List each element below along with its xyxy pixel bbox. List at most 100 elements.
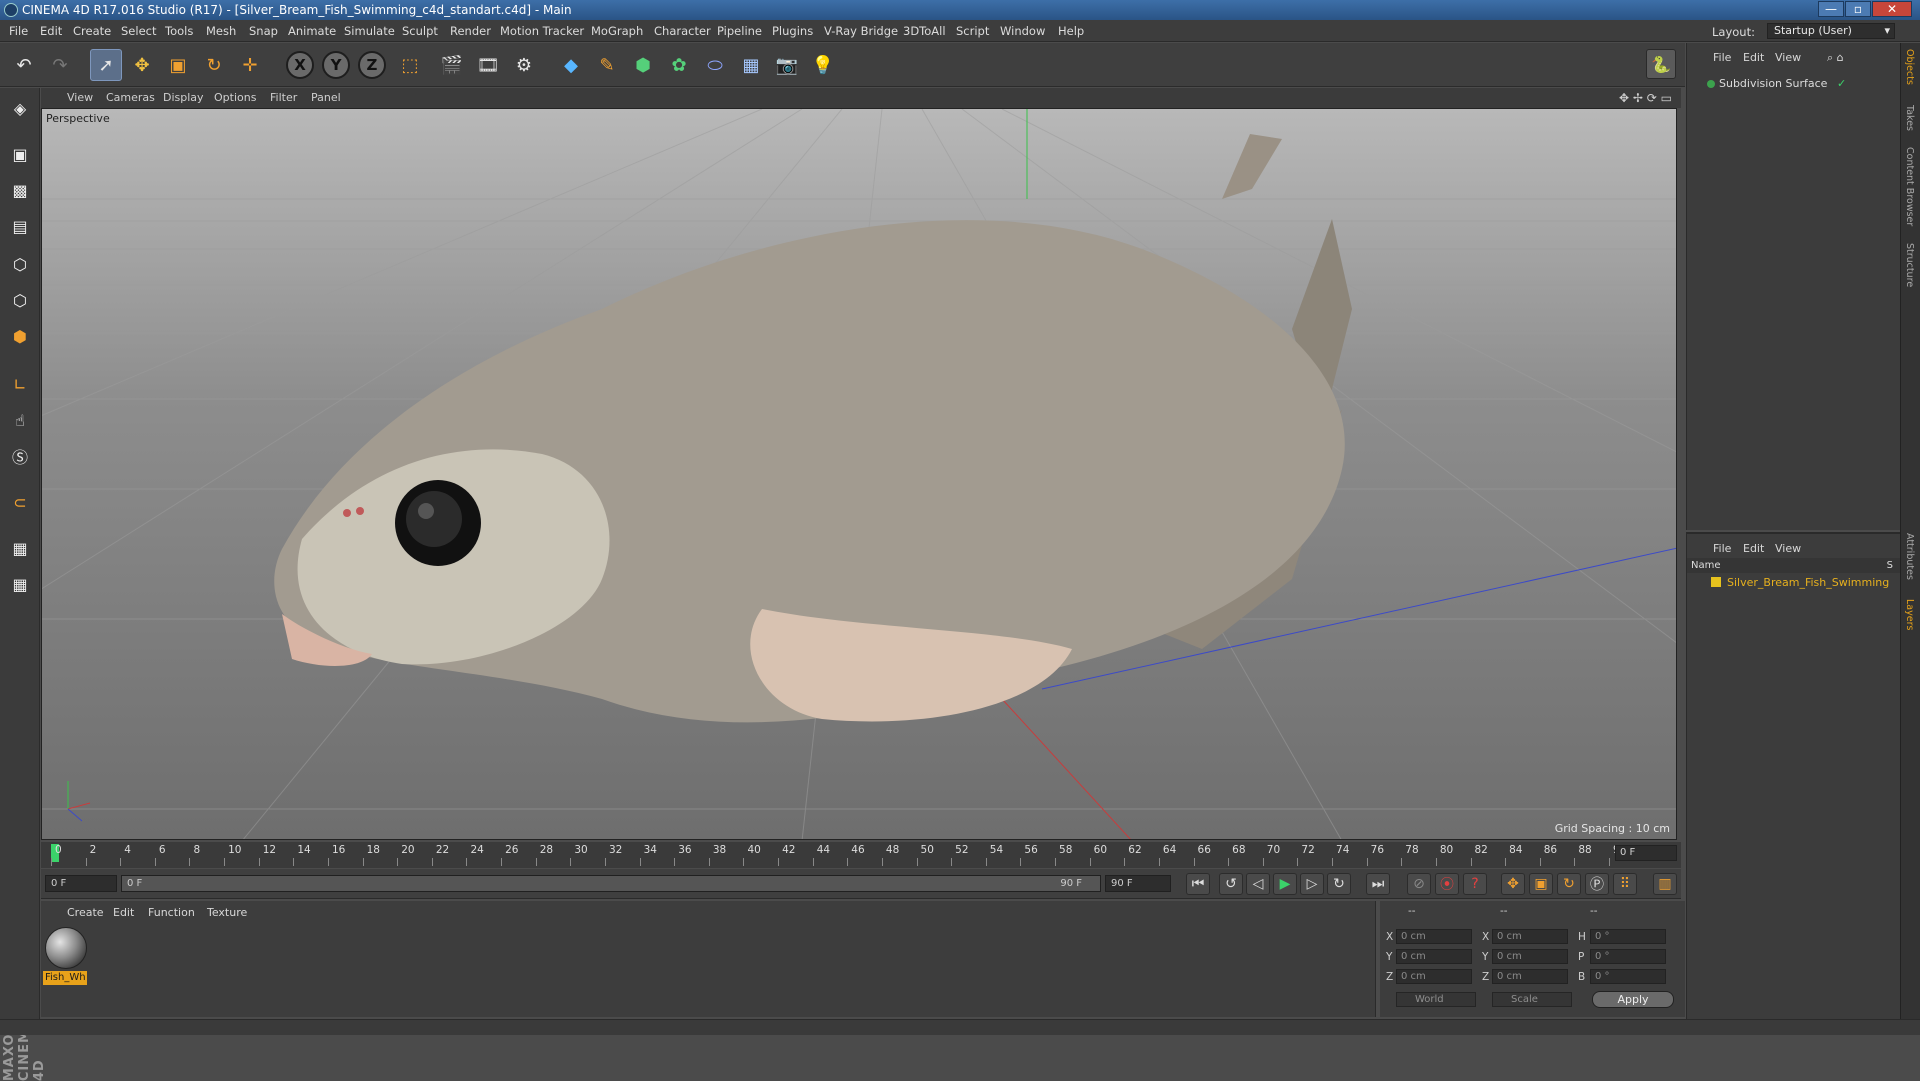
- material-preview[interactable]: [45, 927, 87, 969]
- menu-plugins[interactable]: Plugins: [772, 24, 813, 38]
- menu-3dtoall[interactable]: 3DToAll: [903, 24, 946, 38]
- tab-layers[interactable]: Layers: [1904, 599, 1915, 630]
- menu-animate[interactable]: Animate: [288, 24, 336, 38]
- play-forward-icon[interactable]: ▶: [1273, 873, 1297, 895]
- rotation-h-field[interactable]: 0 °: [1590, 929, 1666, 944]
- tweak-mode-icon[interactable]: ☝: [4, 404, 36, 436]
- size-y-field[interactable]: 0 cm: [1492, 949, 1568, 964]
- layer-menu-file[interactable]: File: [1713, 542, 1731, 555]
- edges-mode-icon[interactable]: ⬡: [4, 284, 36, 316]
- maximize-button[interactable]: ▫: [1845, 1, 1871, 17]
- menu-motion-tracker[interactable]: Motion Tracker: [500, 24, 584, 38]
- move-tool-icon[interactable]: ✥: [126, 49, 158, 81]
- viewport-menu-options[interactable]: Options: [214, 91, 256, 104]
- viewport-menu-panel[interactable]: Panel: [311, 91, 341, 104]
- menu-vray-bridge[interactable]: V-Ray Bridge: [824, 24, 898, 38]
- position-z-field[interactable]: 0 cm: [1396, 969, 1472, 984]
- coordinate-system-icon[interactable]: ⬚: [394, 49, 426, 81]
- layer-menu-edit[interactable]: Edit: [1743, 542, 1764, 555]
- layout-dropdown[interactable]: Startup (User) ▾: [1767, 23, 1895, 39]
- next-frame-icon[interactable]: ▷: [1300, 873, 1324, 895]
- minimize-button[interactable]: —: [1818, 1, 1844, 17]
- previous-key-icon[interactable]: ↺: [1219, 873, 1243, 895]
- menu-tools[interactable]: Tools: [165, 24, 193, 38]
- keyframe-selection-icon[interactable]: ⊘: [1407, 873, 1431, 895]
- previous-frame-icon[interactable]: ◁: [1246, 873, 1270, 895]
- y-axis-lock-button[interactable]: Y: [322, 51, 350, 79]
- menu-create[interactable]: Create: [73, 24, 111, 38]
- key-position-icon[interactable]: ✥: [1501, 873, 1525, 895]
- scale-tool-icon[interactable]: ▣: [162, 49, 194, 81]
- layer-item-silver-bream[interactable]: Silver_Bream_Fish_Swimming: [1727, 576, 1889, 589]
- render-settings-icon[interactable]: ⚙: [508, 49, 540, 81]
- start-frame-field[interactable]: 0 F: [45, 875, 117, 892]
- autokeying-icon[interactable]: ?: [1463, 873, 1487, 895]
- timeline-current-frame-field[interactable]: 0 F: [1615, 845, 1677, 861]
- subdivision-surface-icon[interactable]: ⬢: [627, 49, 659, 81]
- size-mode-dropdown[interactable]: Scale: [1492, 992, 1572, 1007]
- timeline-ruler[interactable]: 0 2 4 6 8 10 12 14 16 18 20 22 24 26 28 30 32 34 36 38 40 42 4…: [41, 842, 1681, 868]
- menu-character[interactable]: Character: [654, 24, 711, 38]
- light-icon[interactable]: 💡: [807, 49, 839, 81]
- material-menu-function[interactable]: Function: [148, 906, 195, 919]
- go-to-end-icon[interactable]: ⏭: [1366, 873, 1390, 895]
- menu-mograph[interactable]: MoGraph: [591, 24, 643, 38]
- menu-mesh[interactable]: Mesh: [206, 24, 236, 38]
- material-menu-edit[interactable]: Edit: [113, 906, 134, 919]
- lock-workplane-icon[interactable]: ▦: [4, 532, 36, 564]
- tab-structure[interactable]: Structure: [1904, 243, 1915, 287]
- pen-spline-icon[interactable]: ✎: [591, 49, 623, 81]
- layer-menu-view[interactable]: View: [1775, 542, 1801, 555]
- rotation-p-field[interactable]: 0 °: [1590, 949, 1666, 964]
- material-name[interactable]: Fish_Wh: [43, 971, 87, 985]
- live-selection-icon[interactable]: ➚: [90, 49, 122, 81]
- layer-color-swatch[interactable]: [1711, 577, 1721, 587]
- python-icon[interactable]: 🐍: [1646, 49, 1676, 79]
- menu-script[interactable]: Script: [956, 24, 989, 38]
- object-search-icon[interactable]: ⌕ ⌂: [1827, 51, 1844, 65]
- rotation-b-field[interactable]: 0 °: [1590, 969, 1666, 984]
- rotate-tool-icon[interactable]: ↻: [198, 49, 230, 81]
- record-active-objects-icon[interactable]: ⦿: [1435, 873, 1459, 895]
- size-z-field[interactable]: 0 cm: [1492, 969, 1568, 984]
- render-picture-viewer-icon[interactable]: 🎞: [472, 49, 504, 81]
- object-menu-edit[interactable]: Edit: [1743, 51, 1764, 64]
- apply-button[interactable]: Apply: [1592, 991, 1674, 1008]
- polygons-mode-icon[interactable]: ⬢: [4, 320, 36, 352]
- material-menu-texture[interactable]: Texture: [207, 906, 247, 919]
- camera-icon[interactable]: 📷: [771, 49, 803, 81]
- axis-mode-icon[interactable]: ∟: [4, 368, 36, 400]
- key-pla-icon[interactable]: ⠿: [1613, 873, 1637, 895]
- menu-sculpt[interactable]: Sculpt: [402, 24, 438, 38]
- frame-range-slider[interactable]: 0 F 90 F: [121, 875, 1101, 892]
- cube-object-icon[interactable]: ◆: [555, 49, 587, 81]
- texture-mode-icon[interactable]: ▩: [4, 174, 36, 206]
- magnet-icon[interactable]: ⊂: [4, 486, 36, 518]
- object-menu-file[interactable]: File: [1713, 51, 1731, 64]
- viewport-menu-view[interactable]: View: [67, 91, 93, 104]
- key-scale-icon[interactable]: ▣: [1529, 873, 1553, 895]
- key-rotation-icon[interactable]: ↻: [1557, 873, 1581, 895]
- go-to-start-icon[interactable]: ⏮: [1186, 873, 1210, 895]
- viewport-navigation-icons[interactable]: ✥ ✢ ⟳ ▭: [1619, 91, 1672, 105]
- position-x-field[interactable]: 0 cm: [1396, 929, 1472, 944]
- floor-icon[interactable]: ▦: [735, 49, 767, 81]
- position-y-field[interactable]: 0 cm: [1396, 949, 1472, 964]
- object-enabled-check-icon[interactable]: ✓: [1837, 77, 1846, 90]
- end-frame-field[interactable]: 90 F: [1105, 875, 1171, 892]
- make-editable-icon[interactable]: ◈: [4, 92, 36, 124]
- close-button[interactable]: ✕: [1872, 1, 1912, 17]
- silver-bream-fish-model[interactable]: [274, 134, 1352, 723]
- x-axis-lock-button[interactable]: X: [286, 51, 314, 79]
- planar-workplane-icon[interactable]: ▦: [4, 568, 36, 600]
- menu-help[interactable]: Help: [1058, 24, 1084, 38]
- render-view-icon[interactable]: 🎬: [436, 49, 468, 81]
- next-key-icon[interactable]: ↻: [1327, 873, 1351, 895]
- material-menu-create[interactable]: Create: [67, 906, 104, 919]
- menu-select[interactable]: Select: [121, 24, 156, 38]
- tab-takes[interactable]: Takes: [1904, 105, 1915, 131]
- viewport-menu-filter[interactable]: Filter: [270, 91, 297, 104]
- menu-pipeline[interactable]: Pipeline: [717, 24, 762, 38]
- redo-icon[interactable]: ↷: [44, 49, 76, 81]
- z-axis-lock-button[interactable]: Z: [358, 51, 386, 79]
